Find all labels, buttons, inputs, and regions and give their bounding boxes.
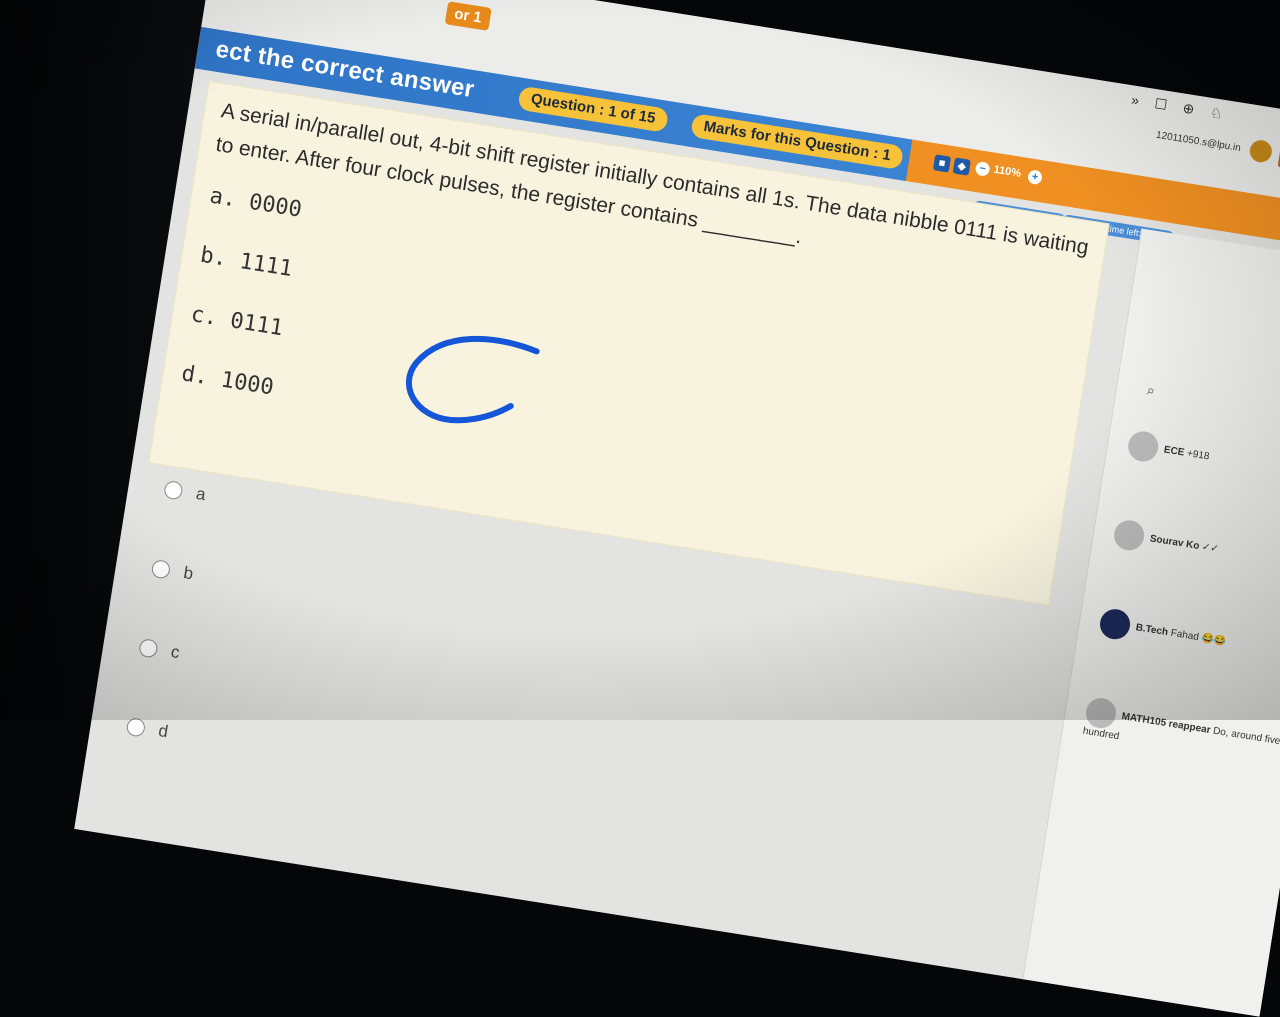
user-avatar[interactable] — [1248, 138, 1274, 164]
radio-button[interactable] — [163, 479, 184, 501]
answer-label: d — [157, 721, 170, 742]
answer-option-b[interactable]: b — [150, 558, 195, 584]
user-email: 12011050.s@lpu.in — [1155, 129, 1242, 154]
answer-label: a — [194, 483, 208, 505]
avatar — [1083, 695, 1119, 731]
search-icon[interactable]: ⌕ — [1146, 381, 1156, 399]
chat-list-item[interactable]: Sourav Ko ✓✓ — [1111, 518, 1221, 564]
radio-button[interactable] — [125, 717, 147, 738]
option-c-text: c. 0111 — [189, 302, 285, 342]
answer-option-c[interactable]: c — [138, 637, 181, 663]
avatar — [1097, 607, 1133, 642]
bookmark-icon[interactable]: ■ — [932, 154, 952, 173]
avatar — [1126, 429, 1161, 464]
section-label: or 1 — [444, 1, 492, 31]
radio-button[interactable] — [138, 638, 159, 659]
report-icon[interactable]: ◆ — [952, 157, 971, 176]
zoom-level: 110% — [992, 163, 1022, 180]
option-d-text: d. 1000 — [179, 361, 276, 401]
chat-list-item[interactable]: ECE +918 — [1126, 429, 1212, 471]
answer-option-a[interactable]: a — [163, 479, 207, 505]
zoom-out-button[interactable]: − — [974, 160, 991, 177]
answer-label: b — [182, 563, 195, 584]
option-a-text: a. 0000 — [207, 183, 304, 223]
option-b-text: b. 1111 — [198, 242, 295, 282]
answer-label: c — [169, 642, 182, 663]
chat-list-item[interactable]: B.Tech Fahad 😂😂 — [1097, 607, 1229, 657]
avatar — [1111, 518, 1147, 553]
zoom-in-button[interactable]: + — [1026, 169, 1043, 186]
browser-toolbar-icons[interactable]: » ☐ ⊕ ♘ — [1130, 91, 1230, 123]
exam-screen: » ☐ ⊕ ♘ 12011050.s@lpu.in Lo or 1 ect th… — [74, 0, 1280, 1017]
radio-button[interactable] — [150, 558, 172, 580]
chat-list-item[interactable]: MATH105 reappear Do, around five hundred — [1082, 695, 1280, 771]
handwritten-c-annotation — [405, 335, 540, 424]
